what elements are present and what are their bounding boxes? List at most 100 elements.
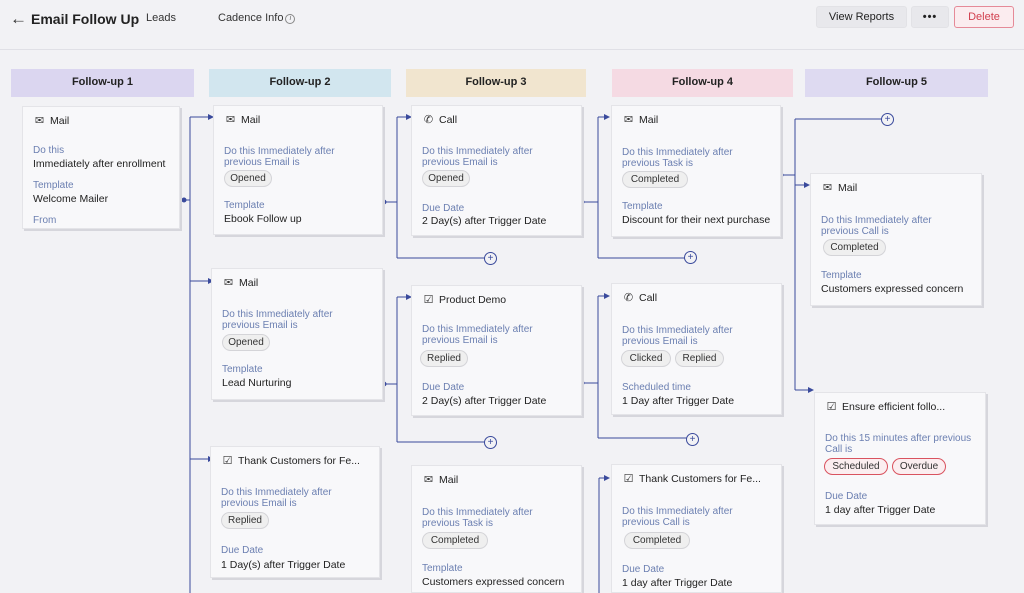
field-value: Lead Nurturing bbox=[222, 377, 292, 389]
step-card-task[interactable]: ☑ Thank Customers for Fe... Do this Immed… bbox=[611, 464, 782, 593]
field-label: Due Date bbox=[622, 564, 665, 575]
status-pill: Completed bbox=[624, 532, 690, 549]
mail-icon: ✉ bbox=[34, 115, 45, 127]
card-title: Product Demo bbox=[439, 294, 507, 306]
add-step-icon[interactable]: + bbox=[881, 113, 894, 126]
step-card-task[interactable]: ☑ Product Demo Do this Immediately after … bbox=[411, 285, 582, 416]
card-title: Mail bbox=[241, 114, 261, 126]
step-card-mail[interactable]: ✉ Mail Do this Immediately after previous… bbox=[611, 105, 781, 237]
mail-icon: ✉ bbox=[423, 474, 434, 486]
card-header: ✉ Mail bbox=[33, 114, 69, 127]
field-value: 2 Day(s) after Trigger Date bbox=[422, 395, 547, 407]
field-label: Do this Immediately after previous Email… bbox=[221, 487, 332, 509]
step-card-task[interactable]: ☑ Thank Customers for Fe... Do this Immed… bbox=[210, 446, 380, 578]
step-card-call[interactable]: ✆ Call Do this Immediately after previous… bbox=[411, 105, 582, 236]
status-pill: Opened bbox=[222, 334, 270, 351]
add-step-icon[interactable]: + bbox=[484, 252, 497, 265]
step-card-call[interactable]: ✆ Call Do this Immediately after previous… bbox=[611, 283, 782, 415]
status-pill-overdue: Overdue bbox=[892, 458, 946, 475]
phone-icon: ✆ bbox=[423, 114, 434, 126]
card-title: Mail bbox=[838, 182, 858, 194]
field-label: Do this Immediately after previous Call … bbox=[821, 215, 932, 237]
field-label: Template bbox=[33, 180, 74, 191]
status-pill: Completed bbox=[823, 239, 886, 256]
add-step-icon[interactable]: + bbox=[686, 433, 699, 446]
card-header: ✆ Call bbox=[422, 113, 457, 126]
checkbox-icon: ☑ bbox=[423, 294, 434, 306]
status-pill: Opened bbox=[422, 170, 470, 187]
field-label: Template bbox=[224, 200, 265, 211]
status-pill: Opened bbox=[224, 170, 272, 187]
status-pill: Replied bbox=[420, 350, 468, 367]
checkbox-icon: ☑ bbox=[826, 401, 837, 413]
field-value: Discount for their next purchase bbox=[622, 214, 771, 226]
field-label: Do this 15 minutes after previous Call i… bbox=[825, 433, 972, 455]
field-label: Do this Immediately after previous Task … bbox=[622, 147, 733, 169]
card-title: Mail bbox=[239, 277, 259, 289]
field-label: Due Date bbox=[221, 545, 264, 556]
field-value: 1 day after Trigger Date bbox=[825, 504, 936, 516]
step-card-mail[interactable]: ✉ Mail Do this Immediately after previous… bbox=[211, 268, 383, 400]
step-card-mail[interactable]: ✉ Mail Do this Immediately after enrollme… bbox=[22, 106, 180, 229]
field-label: Do this Immediately after previous Call … bbox=[622, 506, 733, 528]
card-header: ✉ Mail bbox=[422, 473, 458, 486]
field-value: 1 day after Trigger Date bbox=[622, 577, 733, 589]
card-title: Mail bbox=[439, 474, 459, 486]
step-card-mail[interactable]: ✉ Mail Do this Immediately after previous… bbox=[411, 465, 582, 593]
step-card-mail[interactable]: ✉ Mail Do this Immediately after previous… bbox=[810, 173, 982, 306]
card-header: ☑ Ensure efficient follo... bbox=[825, 400, 946, 413]
field-value: Customers expressed concern bbox=[821, 283, 964, 295]
card-title: Call bbox=[439, 114, 458, 126]
step-card-mail[interactable]: ✉ Mail Do this Immediately after previous… bbox=[213, 105, 383, 235]
field-label: Due Date bbox=[825, 491, 868, 502]
field-label: Template bbox=[422, 563, 463, 574]
field-label: Do this Immediately after previous Email… bbox=[422, 146, 533, 168]
field-label: Do this Immediately after previous Email… bbox=[222, 309, 333, 331]
field-value: Welcome Mailer bbox=[33, 193, 109, 205]
card-title: Ensure efficient follo... bbox=[842, 401, 946, 413]
card-title: Thank Customers for Fe... bbox=[639, 473, 761, 485]
field-label: Template bbox=[821, 270, 862, 281]
field-label: Due Date bbox=[422, 382, 465, 393]
card-header: ☑ Product Demo bbox=[422, 293, 507, 306]
field-value: Immediately after enrollment bbox=[33, 158, 166, 170]
mail-icon: ✉ bbox=[822, 182, 833, 194]
status-pill-scheduled: Scheduled bbox=[824, 458, 888, 475]
field-value: Ebook Follow up bbox=[224, 213, 302, 225]
card-header: ✆ Call bbox=[622, 291, 657, 304]
status-pill: Replied bbox=[675, 350, 724, 367]
mail-icon: ✉ bbox=[223, 277, 234, 289]
checkbox-icon: ☑ bbox=[222, 455, 233, 467]
field-value: 1 Day(s) after Trigger Date bbox=[221, 559, 346, 571]
card-header: ✉ Mail bbox=[224, 113, 260, 126]
card-header: ☑ Thank Customers for Fe... bbox=[622, 472, 761, 485]
status-pill: Completed bbox=[622, 171, 688, 188]
field-value: 1 Day after Trigger Date bbox=[622, 395, 735, 407]
card-header: ✉ Mail bbox=[821, 181, 857, 194]
card-title: Call bbox=[639, 292, 658, 304]
card-title: Mail bbox=[50, 115, 70, 127]
field-label: Do this Immediately after previous Email… bbox=[622, 325, 733, 347]
card-title: Thank Customers for Fe... bbox=[238, 455, 360, 467]
field-label: Template bbox=[622, 201, 663, 212]
phone-icon: ✆ bbox=[623, 292, 634, 304]
field-label: Do this Immediately after previous Task … bbox=[422, 507, 533, 529]
add-step-icon[interactable]: + bbox=[484, 436, 497, 449]
add-step-icon[interactable]: + bbox=[684, 251, 697, 264]
field-value: Customers expressed concern bbox=[422, 576, 565, 588]
mail-icon: ✉ bbox=[623, 114, 634, 126]
field-value: 2 Day(s) after Trigger Date bbox=[422, 215, 547, 227]
field-label: Scheduled time bbox=[622, 382, 691, 393]
field-label: Due Date bbox=[422, 203, 465, 214]
card-title: Mail bbox=[639, 114, 659, 126]
checkbox-icon: ☑ bbox=[623, 473, 634, 485]
card-header: ☑ Thank Customers for Fe... bbox=[221, 454, 360, 467]
card-header: ✉ Mail bbox=[222, 276, 258, 289]
card-header: ✉ Mail bbox=[622, 113, 658, 126]
mail-icon: ✉ bbox=[225, 114, 236, 126]
field-label: Do this bbox=[33, 145, 65, 156]
field-label: Template bbox=[222, 364, 263, 375]
step-card-task[interactable]: ☑ Ensure efficient follo... Do this 15 mi… bbox=[814, 392, 986, 525]
field-label: From bbox=[33, 215, 57, 226]
status-pill: Clicked bbox=[621, 350, 671, 367]
